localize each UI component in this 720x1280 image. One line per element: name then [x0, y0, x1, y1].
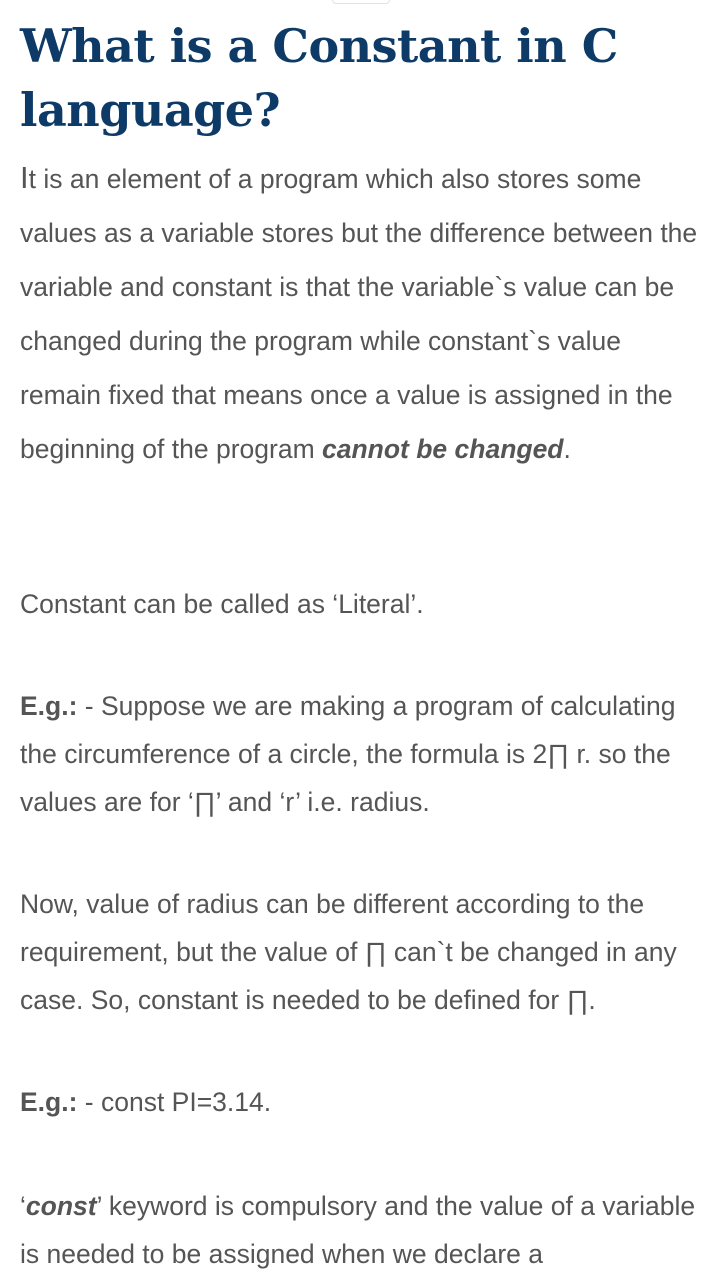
example-text: - const PI=3.14.	[77, 1087, 272, 1117]
top-tab-handle[interactable]	[332, 0, 390, 4]
article-page: What is a Constant in C language? It is …	[0, 0, 720, 1280]
paragraph-radius: Now, value of radius can be different ac…	[20, 889, 677, 1015]
emphasis-text: cannot be changed	[322, 434, 564, 464]
keyword-const: const	[25, 1191, 97, 1221]
keyword-text: ’ keyword is compulsory and the value of…	[20, 1191, 696, 1269]
example-label: E.g.:	[20, 691, 78, 721]
definition-end: .	[563, 434, 571, 464]
definition-text: t is an element of a program which also …	[20, 164, 698, 464]
paragraph-example-const: E.g.: - const PI=3.14.	[20, 1078, 704, 1126]
example-text: - Suppose we are making a program of cal…	[20, 691, 676, 817]
paragraph-keyword: ‘const’ keyword is compulsory and the va…	[20, 1182, 704, 1278]
paragraph-literal: Constant can be called as ‘Literal’.	[20, 589, 424, 619]
article-title: What is a Constant in C language?	[20, 19, 618, 137]
example-label: E.g.:	[20, 1087, 78, 1117]
paragraph-definition: It is an element of a program which also…	[20, 151, 704, 476]
drop-cap: I	[20, 160, 29, 195]
paragraph-example-circle: E.g.: - Suppose we are making a program …	[20, 682, 704, 826]
